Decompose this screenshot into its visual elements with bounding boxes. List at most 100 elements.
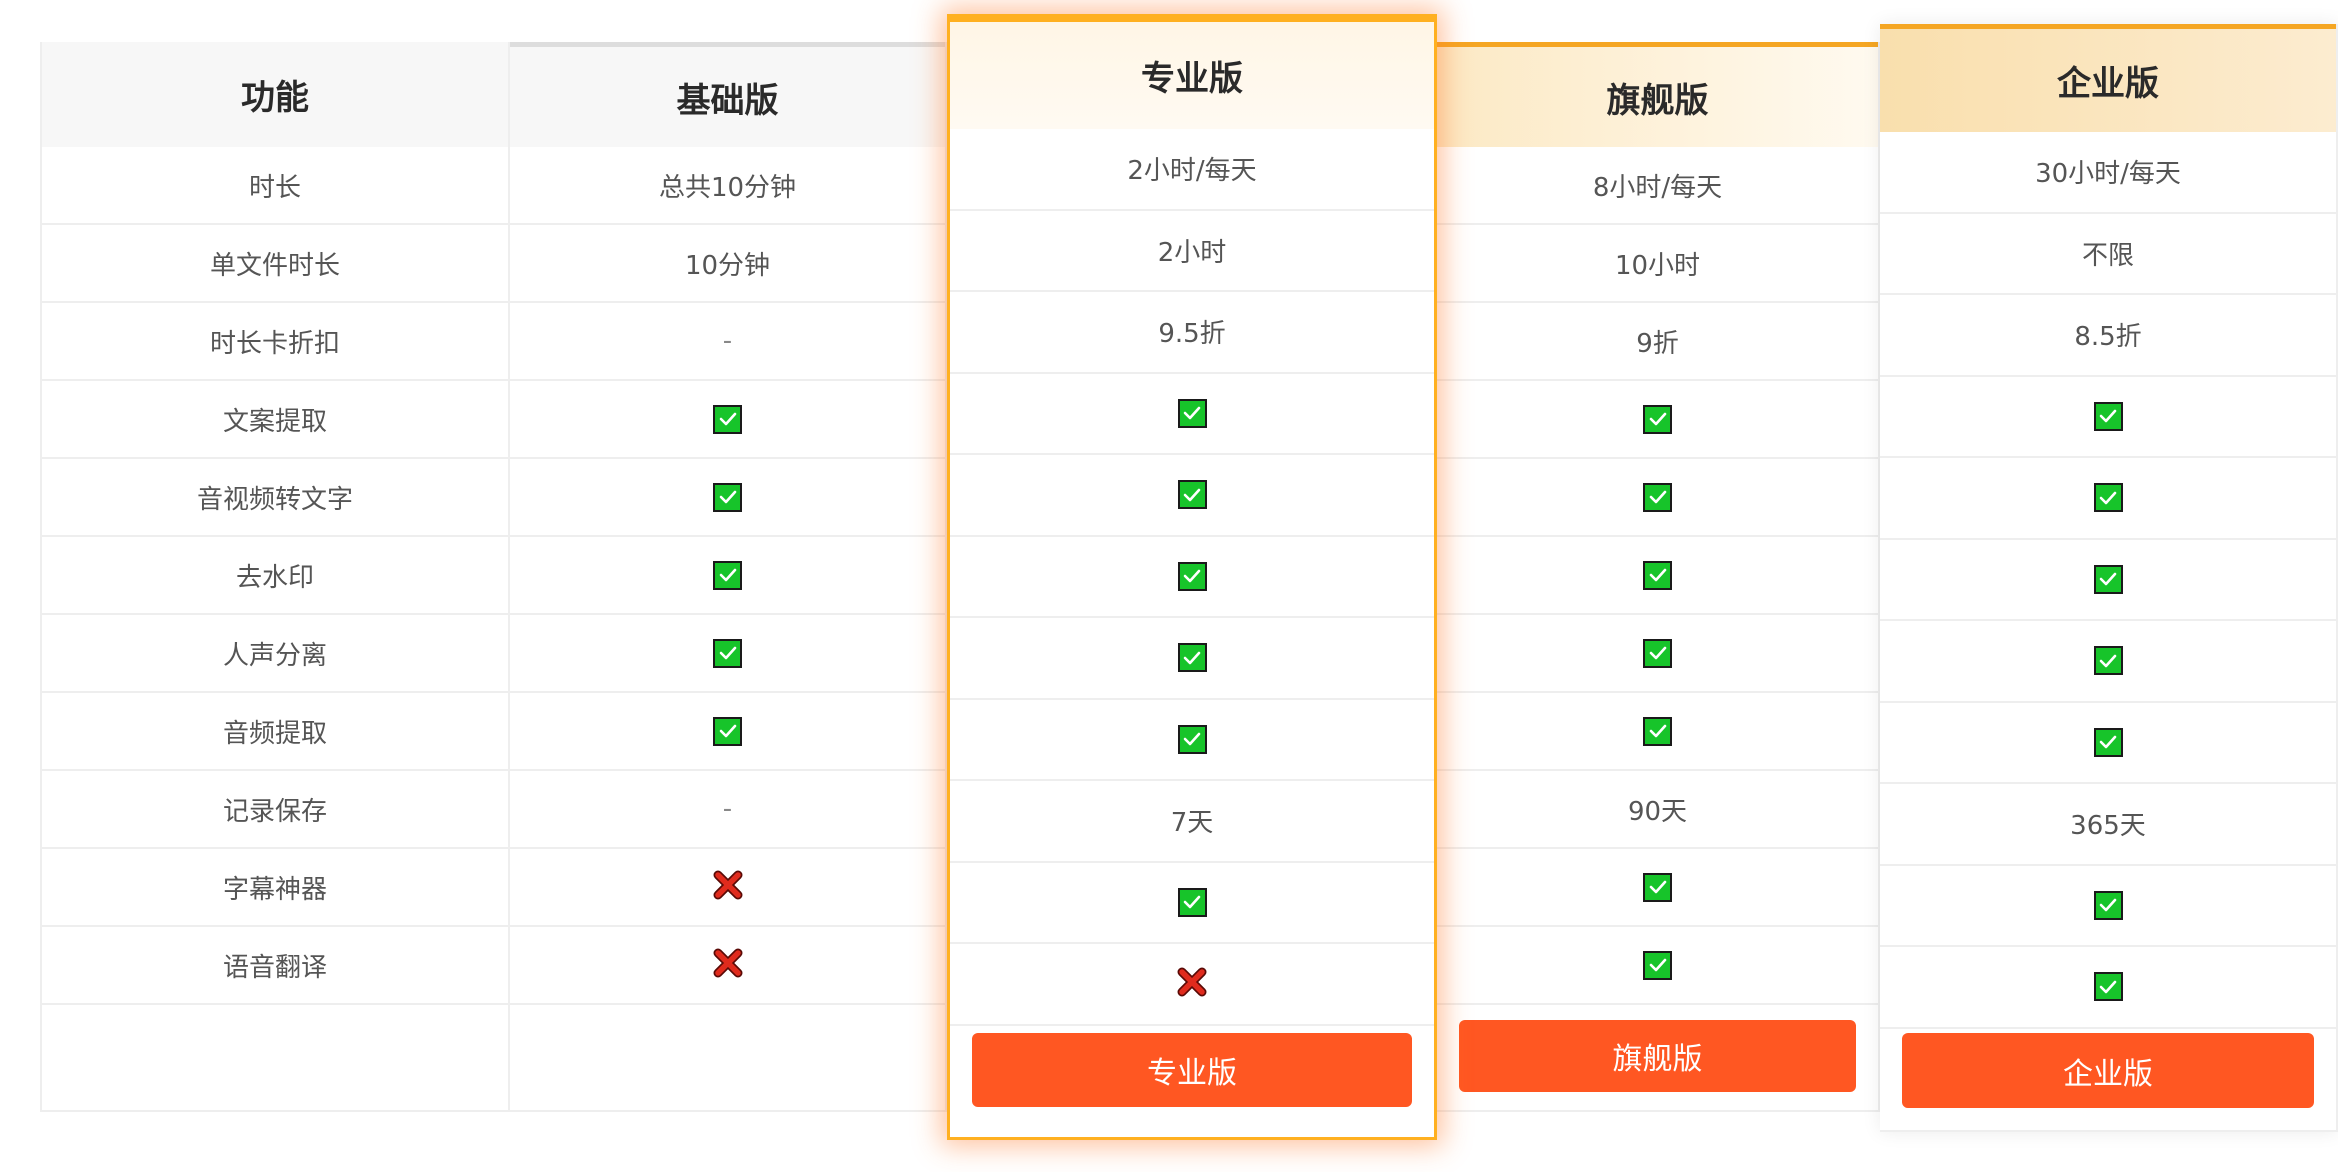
cross-icon [713, 945, 743, 985]
check-icon [1643, 950, 1672, 980]
cell-text: - [722, 326, 733, 356]
cell-text: 2小时/每天 [1127, 156, 1257, 187]
cell-feature-1: 单文件时长 [42, 225, 508, 303]
column-enterprise: 企业版 30小时/每天 不限 8.5折 365天 企业版 [1880, 24, 2338, 1132]
cell-text: 人声分离 [222, 640, 327, 671]
check-icon [2093, 972, 2123, 1002]
check-icon [1643, 716, 1672, 746]
subscribe-button-flagship[interactable]: 旗舰版 [1459, 1020, 1856, 1092]
cell-flagship-7 [1437, 693, 1878, 771]
cell-text: 2小时 [1157, 237, 1227, 268]
subscribe-button-pro[interactable]: 专业版 [972, 1033, 1412, 1107]
cell-feature-3: 文案提取 [42, 381, 508, 459]
cell-enterprise-2: 8.5折 [1880, 295, 2336, 377]
column-feature: 功能 时长 单文件时长 时长卡折扣 文案提取 音视频转文字 去水印 人声分离 音频提取 记录保存字… [40, 42, 510, 1112]
check-icon [1177, 398, 1207, 428]
cell-enterprise-0: 30小时/每天 [1880, 132, 2336, 214]
cell-text: 8.5折 [2074, 322, 2142, 353]
cell-enterprise-6 [1880, 621, 2336, 703]
check-icon [1177, 480, 1207, 510]
cell-text: 字幕神器 [222, 874, 327, 905]
cell-text: 30小时/每天 [2035, 159, 2181, 190]
cell-enterprise-10 [1880, 947, 2336, 1029]
cell-text: - [722, 794, 733, 824]
cell-basic-0: 总共10分钟 [510, 147, 945, 225]
subscribe-button-enterprise[interactable]: 企业版 [1902, 1033, 2314, 1108]
cell-flagship-8: 90天 [1437, 771, 1878, 849]
cell-pro-5 [950, 537, 1434, 618]
cell-enterprise-3 [1880, 377, 2336, 458]
cross-icon [713, 867, 743, 907]
cell-basic-5 [510, 537, 945, 615]
cell-text: 音视频转文字 [196, 484, 353, 515]
cell-basic-8: - [510, 771, 945, 849]
check-icon [1643, 404, 1672, 434]
check-icon [1177, 724, 1207, 754]
cell-basic-2: - [510, 303, 945, 381]
cell-flagship-2: 9折 [1437, 303, 1878, 381]
cell-pro-4 [950, 455, 1434, 537]
cell-text: 10小时 [1614, 250, 1701, 281]
cell-enterprise-8: 365天 [1880, 784, 2336, 866]
cell-pro-9 [950, 863, 1434, 944]
cell-basic-9 [510, 849, 945, 927]
check-icon [713, 638, 742, 668]
cell-text: 语音翻译 [222, 952, 327, 983]
cell-feature-2: 时长卡折扣 [42, 303, 508, 381]
cell-pro-1: 2小时 [950, 211, 1434, 292]
cell-flagship-3 [1437, 381, 1878, 459]
cell-feature-10: 语音翻译 [42, 927, 508, 1005]
check-icon [1177, 561, 1207, 591]
cell-flagship-10 [1437, 927, 1878, 1005]
cell-text: 365天 [2070, 811, 2146, 842]
column-header-basic: 基础版 [510, 42, 945, 147]
check-icon [713, 560, 742, 590]
cell-text: 10分钟 [684, 250, 771, 281]
cell-enterprise-7 [1880, 703, 2336, 784]
check-icon [2093, 483, 2123, 513]
column-pro: 专业版 2小时/每天 2小时 9.5折 7天 专业版 [947, 14, 1437, 1140]
column-header-feature: 功能 [42, 42, 508, 147]
cell-text: 不限 [2081, 240, 2134, 271]
check-icon [1643, 872, 1672, 902]
cell-text: 8小时/每天 [1592, 172, 1723, 203]
cell-flagship-6 [1437, 615, 1878, 693]
cell-text: 去水印 [235, 562, 314, 593]
cell-pro-6 [950, 618, 1434, 700]
cell-text: 9折 [1636, 328, 1679, 359]
column-header-enterprise: 企业版 [1880, 24, 2336, 132]
column-flagship: 旗舰版 8小时/每天 10小时 9折 90天 旗舰版 [1437, 42, 1880, 1112]
cell-basic-1: 10分钟 [510, 225, 945, 303]
cell-feature-4: 音视频转文字 [42, 459, 508, 537]
cell-text: 7天 [1170, 808, 1214, 839]
check-icon [1177, 887, 1207, 917]
cell-basic-6 [510, 615, 945, 693]
cell-text: 文案提取 [222, 406, 327, 437]
check-icon [1643, 482, 1672, 512]
cell-text: 时长卡折扣 [209, 328, 340, 359]
cross-icon [1177, 964, 1207, 1004]
cell-basic-4 [510, 459, 945, 537]
cell-text: 9.5折 [1158, 319, 1226, 350]
cell-flagship-9 [1437, 849, 1878, 927]
cell-basic-3 [510, 381, 945, 459]
cell-text: 90天 [1627, 796, 1688, 827]
cell-pro-10 [950, 944, 1434, 1026]
check-icon [713, 716, 742, 746]
cell-text: 时长 [248, 172, 301, 203]
column-header-pro: 专业版 [950, 17, 1434, 129]
check-icon [1177, 643, 1207, 673]
cell-flagship-5 [1437, 537, 1878, 615]
cell-flagship-1: 10小时 [1437, 225, 1878, 303]
pricing-comparison: 功能 时长 单文件时长 时长卡折扣 文案提取 音视频转文字 去水印 人声分离 音频提取 记录保存字… [0, 0, 2338, 1172]
cell-enterprise-4 [1880, 458, 2336, 540]
cell-feature-9: 字幕神器 [42, 849, 508, 927]
cell-text: 记录保存 [222, 796, 327, 827]
cell-feature-8: 记录保存 [42, 771, 508, 849]
cell-basic-7 [510, 693, 945, 771]
cell-text: 总共10分钟 [658, 172, 797, 203]
check-icon [2093, 401, 2123, 431]
check-icon [2093, 727, 2123, 757]
check-icon [713, 482, 742, 512]
cell-flagship-4 [1437, 459, 1878, 537]
